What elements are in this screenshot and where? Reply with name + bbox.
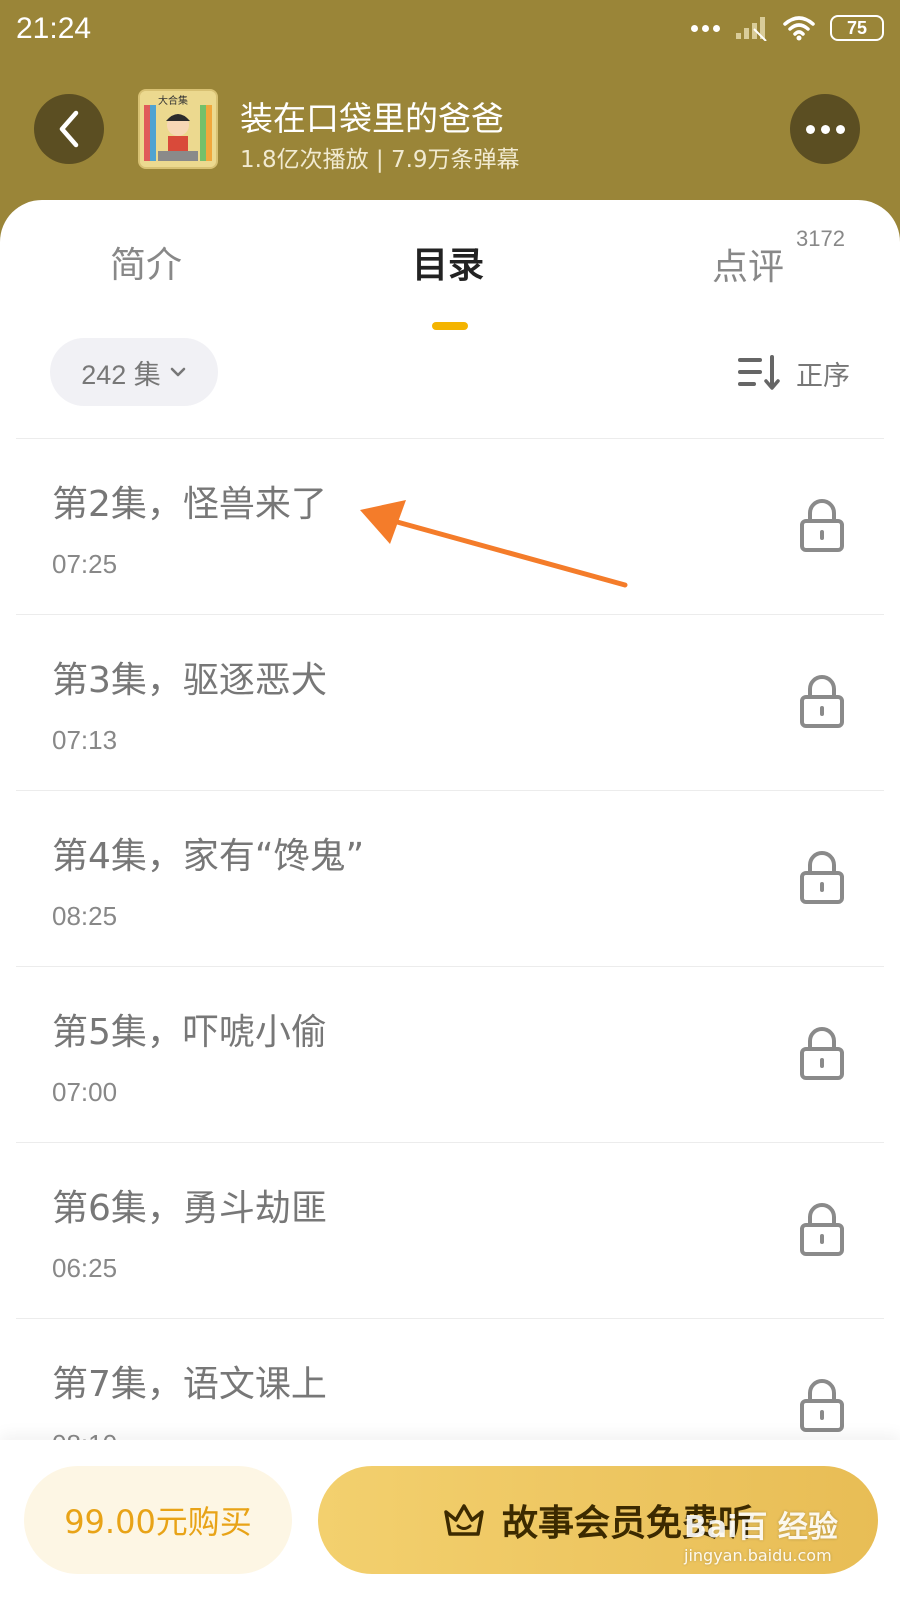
episode-item[interactable]: 第6集，勇斗劫匪 06:25 (0, 1143, 900, 1319)
cover-label: 大合集 (158, 96, 188, 107)
episode-item[interactable]: 第5集，吓唬小偷 07:00 (0, 967, 900, 1143)
episode-list: 第2集，怪兽来了 07:25 第3集，驱逐恶犬 07:13 第4集，家有“馋鬼”… (0, 439, 900, 1495)
cellular-signal-icon (736, 17, 767, 41)
episode-title: 第2集，怪兽来了 (52, 484, 327, 525)
episode-duration: 07:25 (52, 549, 118, 579)
episode-duration: 08:25 (52, 901, 118, 931)
lock-icon (800, 499, 844, 552)
content-panel: 简介 目录 点评 3172 242 集 正序 第2集，怪兽来了 07:25 第3… (0, 200, 900, 1600)
sort-button[interactable]: 正序 (736, 348, 850, 398)
episode-title: 第5集，吓唬小偷 (52, 1012, 327, 1053)
tab-bar: 简介 目录 点评 3172 (0, 226, 900, 330)
episode-title: 第7集，语文课上 (52, 1364, 327, 1405)
book-stats: 1.8亿次播放 | 7.9万条弹幕 (240, 147, 520, 173)
status-icons: 75 (691, 14, 884, 42)
status-bar: 21:24 75 (0, 0, 900, 62)
tab-intro[interactable]: 简介 (110, 236, 182, 288)
sort-label: 正序 (796, 360, 850, 392)
wifi-icon (783, 16, 815, 41)
buy-button[interactable]: 99.00元购买 (24, 1466, 292, 1574)
episode-title: 第4集，家有“馋鬼” (52, 836, 365, 877)
baidu-jingyan-watermark: Bai百 经验 jingyan.baidu.com (684, 1502, 854, 1582)
annotation-arrow-icon (360, 500, 628, 588)
episode-duration: 07:00 (52, 1077, 118, 1107)
watermark-brand: Bai百 经验 (684, 1510, 838, 1545)
more-notifications-icon (691, 24, 720, 32)
tab-catalog[interactable]: 目录 (412, 236, 484, 288)
tab-review[interactable]: 点评 (712, 238, 784, 290)
more-icon (805, 124, 815, 134)
crown-basket-icon (444, 1504, 484, 1536)
more-options-button[interactable] (790, 94, 860, 164)
back-button[interactable] (34, 94, 104, 164)
episode-count-label: 242 集 (81, 359, 161, 390)
episode-title: 第6集，勇斗劫匪 (52, 1188, 327, 1229)
episode-item[interactable]: 第3集，驱逐恶犬 07:13 (0, 615, 900, 791)
episode-duration: 06:25 (52, 1253, 118, 1283)
sort-icon (738, 355, 780, 390)
lock-icon (800, 851, 844, 904)
episode-duration: 07:13 (52, 725, 118, 755)
episode-range-selector[interactable]: 242 集 (50, 338, 218, 406)
lock-icon (800, 1379, 844, 1432)
active-tab-indicator (432, 322, 468, 330)
chevron-left-icon (59, 110, 79, 148)
status-time: 21:24 (16, 12, 92, 45)
episode-title: 第3集，驱逐恶犬 (52, 660, 327, 701)
episode-item[interactable]: 第4集，家有“馋鬼” 08:25 (0, 791, 900, 967)
lock-icon (800, 1203, 844, 1256)
chevron-down-icon (170, 367, 186, 377)
lock-icon (800, 675, 844, 728)
header: 大合集 装在口袋里的爸爸 1.8亿次播放 | 7.9万条弹幕 (0, 62, 900, 200)
book-title: 装在口袋里的爸爸 (240, 99, 504, 138)
lock-icon (800, 1027, 844, 1080)
watermark-url: jingyan.baidu.com (684, 1546, 832, 1565)
battery-indicator: 75 (830, 15, 884, 41)
book-cover[interactable]: 大合集 (138, 89, 218, 169)
review-count-badge: 3172 (796, 226, 845, 251)
